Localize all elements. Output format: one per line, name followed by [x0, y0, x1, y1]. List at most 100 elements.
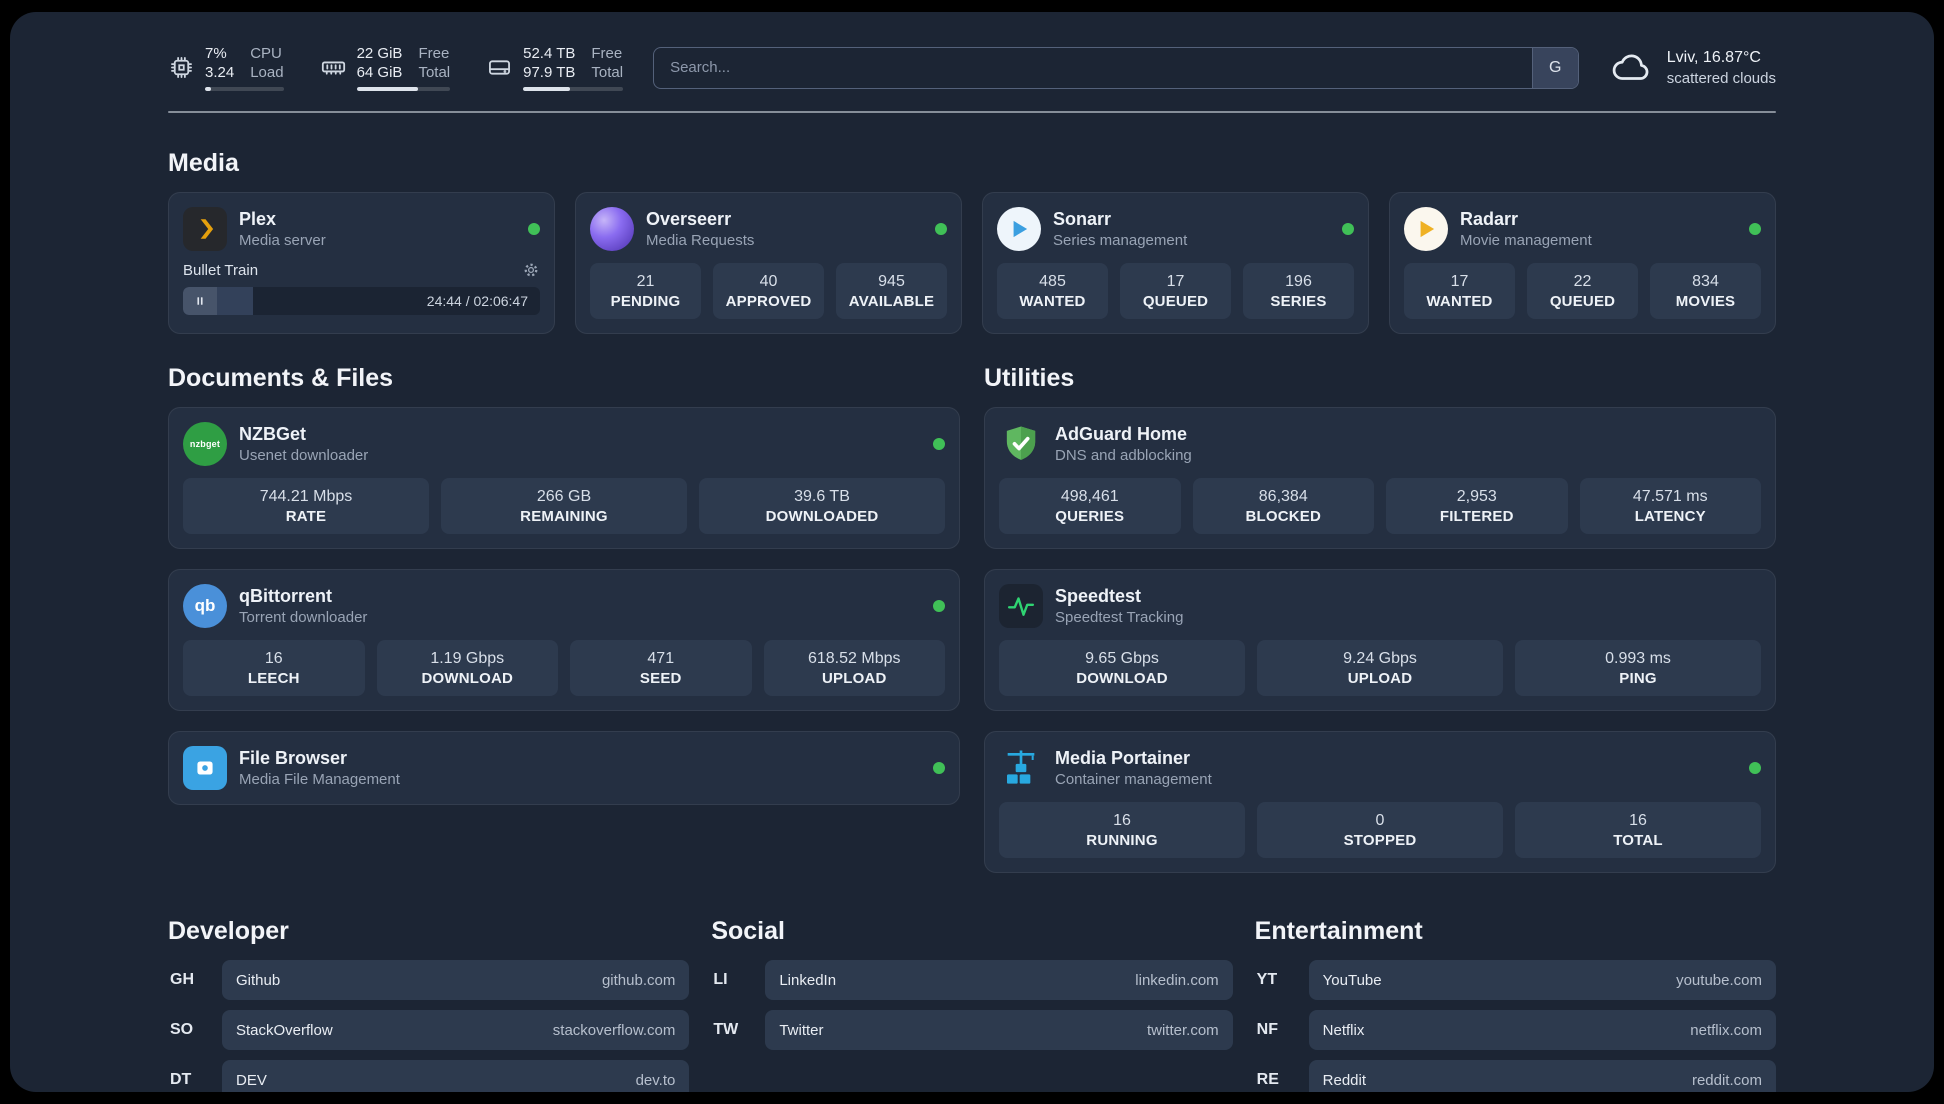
section-title-documents: Documents & Files	[168, 364, 394, 392]
memory-total-value: 64 GiB	[356, 64, 403, 81]
status-dot-online	[933, 438, 945, 450]
bookmark-name: DEV	[236, 1071, 267, 1089]
bookmark-url: netflix.com	[1690, 1021, 1762, 1039]
pause-button[interactable]	[183, 287, 217, 315]
bookmark-name: Twitter	[779, 1021, 824, 1039]
stat-value: 16	[1113, 812, 1131, 829]
stat-tile: 17 QUEUED	[1120, 263, 1231, 319]
stat-label: FILTERED	[1439, 508, 1514, 525]
stat-value: 1.19 Gbps	[430, 650, 505, 667]
settings-gear-icon[interactable]	[522, 261, 540, 279]
stat-value: 0	[1375, 812, 1385, 829]
bookmark-netflix[interactable]: Netflix netflix.com	[1308, 1010, 1776, 1050]
stat-label: DOWNLOAD	[1076, 670, 1168, 687]
bookmark-reddit[interactable]: Reddit reddit.com	[1308, 1060, 1776, 1092]
section-media: Media Plex Media server Bullet Train 24:…	[168, 149, 1776, 334]
status-dot-online	[935, 223, 947, 235]
section-title-developer: Developer	[168, 917, 289, 945]
dashboard-panel: 7% 3.24 CPU Load 22 GiB 64 GiB Free Tota…	[10, 12, 1934, 1092]
stat-label: SERIES	[1270, 293, 1327, 310]
stat-label: BLOCKED	[1245, 508, 1322, 525]
app-card-qbittorrent[interactable]: qb qBittorrent Torrent downloader 16 LEE…	[168, 569, 960, 711]
section-title-media: Media	[168, 149, 239, 177]
app-name: Overseerr	[646, 209, 732, 229]
bookmark-youtube[interactable]: YouTube youtube.com	[1308, 960, 1776, 1000]
stat-label: RATE	[285, 508, 327, 525]
nzbget-logo-icon: nzbget	[183, 422, 227, 466]
stat-tile: 2,953 FILTERED	[1386, 478, 1568, 534]
stat-value: 834	[1692, 273, 1719, 290]
app-card-plex[interactable]: Plex Media server Bullet Train 24:44 / 0…	[168, 192, 555, 334]
bookmark-row: TW Twitter twitter.com	[711, 1010, 1233, 1050]
bookmark-name: Reddit	[1322, 1071, 1367, 1089]
app-card-adguard[interactable]: AdGuard Home DNS and adblocking 498,461 …	[984, 407, 1776, 549]
stat-tile: 945 AVAILABLE	[836, 263, 947, 319]
cpu-load-average: 3.24	[205, 64, 235, 81]
stat-tile: 471 SEED	[570, 640, 752, 696]
stat-tile: 618.52 Mbps UPLOAD	[763, 640, 945, 696]
stat-label: MOVIES	[1675, 293, 1736, 310]
hard-drive-icon	[489, 60, 511, 75]
bookmark-linkedin[interactable]: LinkedIn linkedin.com	[765, 960, 1233, 1000]
stat-label: QUEUED	[1549, 293, 1616, 310]
search-bar: G	[653, 46, 1579, 89]
app-card-portainer[interactable]: Media Portainer Container management 16 …	[984, 731, 1776, 873]
stat-value: 39.6 TB	[794, 488, 850, 505]
weather-condition: scattered clouds	[1666, 69, 1776, 87]
app-card-radarr[interactable]: Radarr Movie management 17 WANTED 22 QUE…	[1389, 192, 1776, 334]
stat-label: AVAILABLE	[848, 293, 935, 310]
stat-tile: 266 GB REMAINING	[441, 478, 687, 534]
stat-label: WANTED	[1019, 293, 1086, 310]
app-card-nzbget[interactable]: nzbget NZBGet Usenet downloader 744.21 M…	[168, 407, 960, 549]
stat-tile: 16 LEECH	[183, 640, 365, 696]
bookmark-url: dev.to	[635, 1071, 676, 1089]
bookmark-row: DT DEV dev.to	[168, 1060, 690, 1092]
app-name: Media Portainer	[1055, 748, 1191, 768]
stat-label: TOTAL	[1613, 832, 1663, 849]
section-developer: Developer GH Github github.com SO StackO…	[168, 917, 690, 1092]
app-name: Radarr	[1460, 209, 1519, 229]
stat-tile: 39.6 TB DOWNLOADED	[699, 478, 945, 534]
system-metrics: 7% 3.24 CPU Load 22 GiB 64 GiB Free Tota…	[168, 44, 624, 91]
app-card-filebrowser[interactable]: File Browser Media File Management	[168, 731, 960, 805]
stat-value: 945	[878, 273, 905, 290]
status-dot-online	[1749, 762, 1761, 774]
search-engine-button[interactable]: G	[1531, 47, 1578, 88]
radarr-play-icon	[1404, 207, 1448, 251]
app-name: NZBGet	[239, 424, 306, 444]
app-name: qBittorrent	[239, 586, 332, 606]
header-divider	[168, 111, 1776, 113]
stat-value: 17	[1166, 273, 1185, 290]
section-documents: Documents & Files nzbget NZBGet Usenet d…	[168, 364, 960, 805]
cloud-icon	[1612, 53, 1649, 80]
bookmark-github[interactable]: Github github.com	[222, 960, 690, 1000]
plex-chevron-icon	[183, 207, 227, 251]
speedtest-pulse-icon	[999, 584, 1043, 628]
stat-label: WANTED	[1426, 293, 1493, 310]
app-subtitle: Series management	[1053, 232, 1188, 249]
bookmark-stackoverflow[interactable]: StackOverflow stackoverflow.com	[222, 1010, 690, 1050]
playback-progress-bar[interactable]: 24:44 / 02:06:47	[183, 287, 540, 315]
memory-total-label: Total	[418, 64, 451, 81]
app-card-speedtest[interactable]: Speedtest Speedtest Tracking 9.65 Gbps D…	[984, 569, 1776, 711]
stat-tile: 1.19 Gbps DOWNLOAD	[376, 640, 558, 696]
bookmark-row: YT YouTube youtube.com	[1255, 960, 1776, 1000]
app-card-overseerr[interactable]: Overseerr Media Requests 21 PENDING 40 A…	[575, 192, 962, 334]
stat-value: 86,384	[1258, 488, 1308, 505]
stat-tile: 86,384 BLOCKED	[1192, 478, 1374, 534]
bookmark-url: youtube.com	[1676, 971, 1762, 989]
bookmark-twitter[interactable]: Twitter twitter.com	[765, 1010, 1233, 1050]
app-subtitle: Speedtest Tracking	[1055, 609, 1184, 626]
search-input[interactable]	[654, 47, 1532, 88]
stat-tile: 16 TOTAL	[1515, 802, 1761, 858]
stat-label: DOWNLOAD	[421, 670, 514, 687]
memory-usage-bar	[356, 87, 451, 91]
bookmark-name: Github	[236, 971, 281, 989]
stat-tile: 9.65 Gbps DOWNLOAD	[999, 640, 1245, 696]
cpu-chip-icon	[171, 57, 192, 78]
app-card-sonarr[interactable]: Sonarr Series management 485 WANTED 17 Q…	[982, 192, 1369, 334]
memory-free-value: 22 GiB	[356, 45, 403, 62]
stat-value: 9.65 Gbps	[1085, 650, 1159, 667]
bookmark-dev[interactable]: DEV dev.to	[222, 1060, 690, 1092]
weather-location-temp: Lviv, 16.87°C	[1666, 48, 1761, 66]
